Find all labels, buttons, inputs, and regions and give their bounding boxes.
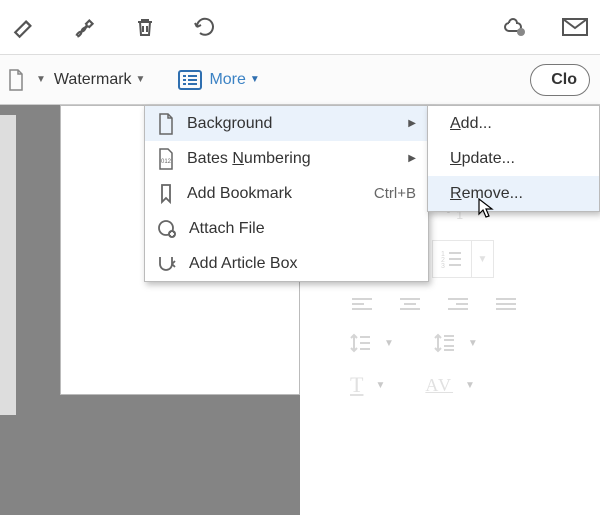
more-list-icon[interactable] [177,69,203,91]
watermark-label: Watermark [54,71,132,89]
menu-item-attach[interactable]: Attach File [145,211,428,246]
submenu-item-add[interactable]: Add... [428,106,599,141]
second-toolbar: ▼ Watermark ▼ More ▼ Clo [0,55,600,105]
align-right-icon[interactable] [446,296,470,314]
mail-icon[interactable] [560,12,590,42]
more-button[interactable]: More ▼ [203,67,265,93]
menu-item-bates[interactable]: 012 Bates Numbering ▶ [145,141,428,176]
menu-item-bookmark[interactable]: Add Bookmark Ctrl+B [145,176,428,211]
close-label: Clo [551,71,577,88]
submenu-item-remove[interactable]: Remove... [428,176,599,211]
page-drop-caret-icon[interactable]: ▼ [36,74,46,85]
submenu-label: Update... [450,150,515,168]
align-left-icon[interactable] [350,296,374,314]
character-spacing-button[interactable]: AV ▼ [425,375,475,396]
more-menu: Background ▶ 012 Bates Numbering ▶ Add B… [144,105,429,282]
top-toolbar [0,0,600,55]
page-drop-icon[interactable] [6,68,26,92]
more-caret-icon: ▼ [250,74,260,85]
menu-label: Add Bookmark [187,185,362,203]
page-icon [157,113,175,135]
submenu-label: Remove... [450,185,523,203]
link-cloud-icon[interactable] [500,12,530,42]
submenu-arrow-icon: ▶ [408,153,416,164]
sign-pen-icon[interactable] [70,12,100,42]
align-justify-icon[interactable] [494,296,518,314]
text-scale-button[interactable]: T ▼ [350,372,385,398]
article-icon [157,254,177,274]
bookmark-icon [157,183,175,205]
more-label: More [209,71,245,89]
watermark-button[interactable]: Watermark ▼ [46,67,154,93]
menu-label: Background [187,115,396,133]
svg-text:3: 3 [441,263,445,268]
menu-item-article[interactable]: Add Article Box [145,246,428,281]
svg-text:012: 012 [161,159,172,165]
close-button[interactable]: Clo [530,64,590,96]
submenu-item-update[interactable]: Update... [428,141,599,176]
redo-icon[interactable] [190,12,220,42]
background-submenu: Add... Update... Remove... [427,105,600,212]
watermark-caret-icon: ▼ [136,74,146,85]
menu-label: Bates Numbering [187,150,396,168]
line-spacing-button[interactable]: ▼ [350,332,394,354]
submenu-label: Add... [450,115,492,133]
menu-item-background[interactable]: Background ▶ [145,106,428,141]
submenu-arrow-icon: ▶ [408,118,416,129]
numbered-list-button[interactable]: 123 ▼ [432,240,494,278]
doc-strip [0,115,16,415]
menu-label: Add Article Box [189,255,416,273]
paragraph-spacing-button[interactable]: ▼ [434,332,478,354]
bates-icon: 012 [157,148,175,170]
edit-pencil-icon[interactable] [10,12,40,42]
attach-icon [157,219,177,239]
align-center-icon[interactable] [398,296,422,314]
menu-shortcut: Ctrl+B [374,185,416,202]
menu-label: Attach File [189,220,416,238]
trash-icon[interactable] [130,12,160,42]
numbered-list-caret-icon[interactable]: ▼ [472,240,494,278]
